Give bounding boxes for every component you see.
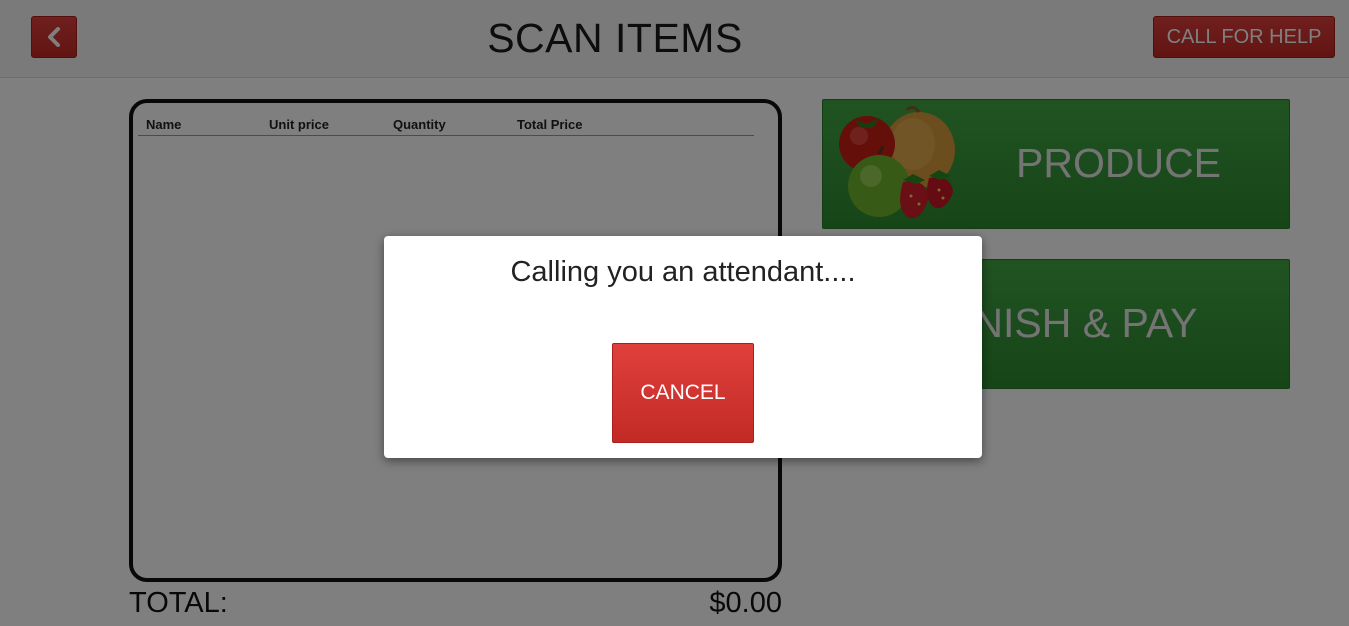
cancel-button[interactable]: CANCEL <box>612 343 754 443</box>
call-attendant-dialog: Calling you an attendant.... CANCEL <box>384 236 982 458</box>
self-checkout-screen: SCAN ITEMS CALL FOR HELP Name Unit price… <box>0 0 1349 626</box>
dialog-message: Calling you an attendant.... <box>510 256 856 288</box>
